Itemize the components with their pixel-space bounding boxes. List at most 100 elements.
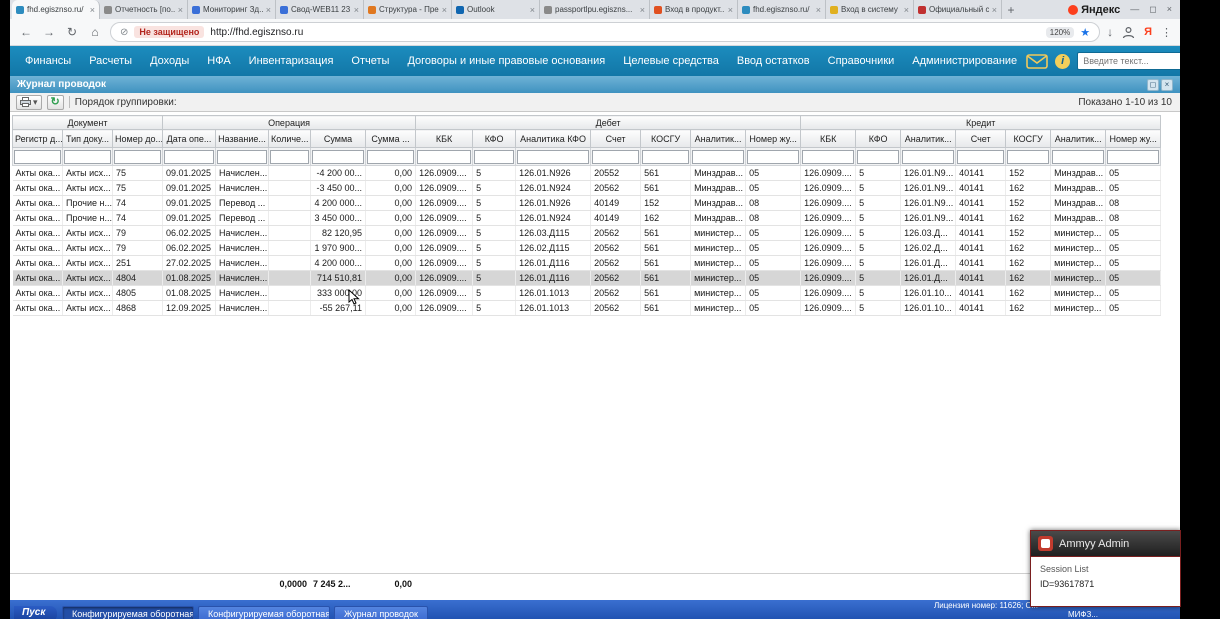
column-header[interactable]: КФО <box>855 129 902 148</box>
tab-close-icon[interactable]: × <box>442 5 447 15</box>
column-header[interactable]: Тип доку... <box>62 129 113 148</box>
panel-close-icon[interactable]: × <box>1161 78 1173 91</box>
column-header[interactable]: Номер до... <box>111 129 164 148</box>
column-filter-input[interactable] <box>802 149 855 164</box>
column-filter-input[interactable] <box>312 149 365 164</box>
taskbar-item[interactable]: Журнал проводок <box>334 606 428 619</box>
tab-close-icon[interactable]: × <box>266 5 271 15</box>
tab-close-icon[interactable]: × <box>530 5 535 15</box>
mail-icon[interactable] <box>1026 53 1048 69</box>
tab-close-icon[interactable]: × <box>728 5 733 15</box>
table-row[interactable]: Акты ока... Акты исх... 75 09.01.2025 Начисл… <box>12 165 1162 181</box>
column-header[interactable]: Аналитик... <box>690 129 747 148</box>
column-filter-input[interactable] <box>217 149 268 164</box>
reload-icon[interactable]: ↻ <box>64 25 80 39</box>
column-filter-input[interactable] <box>1052 149 1105 164</box>
column-filter-input[interactable] <box>902 149 955 164</box>
security-badge[interactable]: Не защищено <box>134 26 205 38</box>
taskbar-item[interactable]: Конфигурируемая оборотная <box>198 606 330 619</box>
menu-icon[interactable]: ⋮ <box>1161 26 1172 39</box>
browser-tab[interactable]: Структура - Пре...× <box>364 0 452 19</box>
column-filter-input[interactable] <box>367 149 415 164</box>
column-header[interactable]: Регистр д... <box>12 129 63 148</box>
column-filter-input[interactable] <box>14 149 61 164</box>
column-header[interactable]: КБК <box>415 129 474 148</box>
browser-tab[interactable]: passportlpu.egiszns... × <box>540 0 650 19</box>
tab-close-icon[interactable]: × <box>640 5 645 15</box>
forward-icon[interactable]: → <box>41 25 57 39</box>
column-header[interactable]: Номер жу... <box>745 129 802 148</box>
bookmark-star-icon[interactable]: ★ <box>1080 26 1090 39</box>
column-filter-input[interactable] <box>64 149 111 164</box>
ammyy-titlebar[interactable]: Ammyy Admin <box>1031 531 1180 557</box>
download-icon[interactable]: ↓ <box>1107 25 1113 39</box>
start-button[interactable]: Пуск <box>14 606 58 619</box>
nav-item[interactable]: Ввод остатков <box>728 55 819 67</box>
panel-restore-icon[interactable]: ◻ <box>1147 78 1159 91</box>
column-header[interactable]: КФО <box>472 129 517 148</box>
table-row[interactable]: Акты ока... Акты исх... 79 06.02.2025 Начисл… <box>12 225 1162 241</box>
browser-tab[interactable]: Мониторинг Зд... × <box>188 0 276 19</box>
column-filter-input[interactable] <box>474 149 515 164</box>
tab-close-icon[interactable]: × <box>992 5 997 15</box>
column-header[interactable]: Счет <box>955 129 1007 148</box>
nav-item[interactable]: Доходы <box>141 55 198 67</box>
nav-item[interactable]: Инвентаризация <box>240 55 343 67</box>
refresh-button[interactable]: ↻ <box>46 94 64 110</box>
restore-icon[interactable]: ◻ <box>1149 4 1156 15</box>
column-header[interactable]: КОСГУ <box>640 129 692 148</box>
yandex-account-icon[interactable]: Я <box>1144 26 1152 38</box>
search-input[interactable] <box>1077 52 1180 70</box>
tab-close-icon[interactable]: × <box>90 5 95 15</box>
column-header[interactable]: Сумма <box>310 129 367 148</box>
url-text[interactable]: http://fhd.egisznso.ru <box>210 27 303 38</box>
table-row[interactable]: Акты ока... Акты исх... 251 27.02.2025 Начис… <box>12 255 1162 271</box>
nav-item[interactable]: Администрирование <box>903 55 1026 67</box>
address-bar[interactable]: ⊘ Не защищено http://fhd.egisznso.ru 120… <box>110 22 1101 42</box>
zoom-badge[interactable]: 120% <box>1045 26 1075 38</box>
table-row[interactable]: Акты ока... Акты исх... 79 06.02.2025 Начисл… <box>12 240 1162 256</box>
ammyy-admin-window[interactable]: Ammyy Admin Session List ID=93617871 <box>1030 530 1181 607</box>
taskbar-item[interactable]: Конфигурируемая оборотная <box>62 606 194 619</box>
column-header[interactable]: Название... <box>215 129 270 148</box>
nav-item[interactable]: Расчеты <box>80 55 141 67</box>
browser-tab[interactable]: Вход в продукт... × <box>650 0 738 19</box>
site-info-icon[interactable]: ⊘ <box>120 27 128 38</box>
new-tab-button[interactable]: + <box>1002 0 1020 19</box>
nav-item[interactable]: НФА <box>198 55 239 67</box>
nav-item[interactable]: Целевые средства <box>614 55 728 67</box>
tab-close-icon[interactable]: × <box>816 5 821 15</box>
back-icon[interactable]: ← <box>18 25 34 39</box>
browser-tab[interactable]: Отчетность [по... × <box>100 0 188 19</box>
browser-tab[interactable]: Outlook × <box>452 0 540 19</box>
column-filter-input[interactable] <box>417 149 472 164</box>
browser-tab[interactable]: Вход в систему × <box>826 0 914 19</box>
nav-item[interactable]: Отчеты <box>342 55 398 67</box>
column-filter-input[interactable] <box>642 149 690 164</box>
table-row[interactable]: Акты ока... Акты исх... 4805 01.08.2025 Начи… <box>12 285 1162 301</box>
table-row[interactable]: Акты ока... Акты исх... 4804 01.08.2025 Начи… <box>12 270 1162 286</box>
browser-tab[interactable]: fhd.egisznso.ru/ × <box>12 0 100 19</box>
column-header[interactable]: КБК <box>800 129 857 148</box>
column-filter-input[interactable] <box>114 149 162 164</box>
column-header[interactable]: Номер жу... <box>1105 129 1162 148</box>
browser-tab[interactable]: Свод-WEB11 23... × <box>276 0 364 19</box>
column-header[interactable]: Дата опе... <box>162 129 217 148</box>
nav-item[interactable]: Финансы <box>16 55 80 67</box>
table-row[interactable]: Акты ока... Прочие н... 74 09.01.2025 Перево… <box>12 210 1162 226</box>
browser-tab[interactable]: Официальный сайт× <box>914 0 1002 19</box>
column-filter-input[interactable] <box>517 149 590 164</box>
column-filter-input[interactable] <box>164 149 215 164</box>
print-dropdown-icon[interactable]: ▾ <box>33 97 38 108</box>
column-header[interactable]: Счет <box>590 129 642 148</box>
tab-close-icon[interactable]: × <box>178 5 183 15</box>
column-filter-input[interactable] <box>747 149 800 164</box>
minimize-icon[interactable]: — <box>1130 4 1139 15</box>
column-filter-input[interactable] <box>270 149 310 164</box>
column-filter-input[interactable] <box>692 149 745 164</box>
close-icon[interactable]: × <box>1167 4 1172 15</box>
profile-icon[interactable] <box>1122 26 1135 39</box>
column-filter-input[interactable] <box>1007 149 1050 164</box>
nav-item[interactable]: Справочники <box>819 55 904 67</box>
column-filter-input[interactable] <box>857 149 900 164</box>
